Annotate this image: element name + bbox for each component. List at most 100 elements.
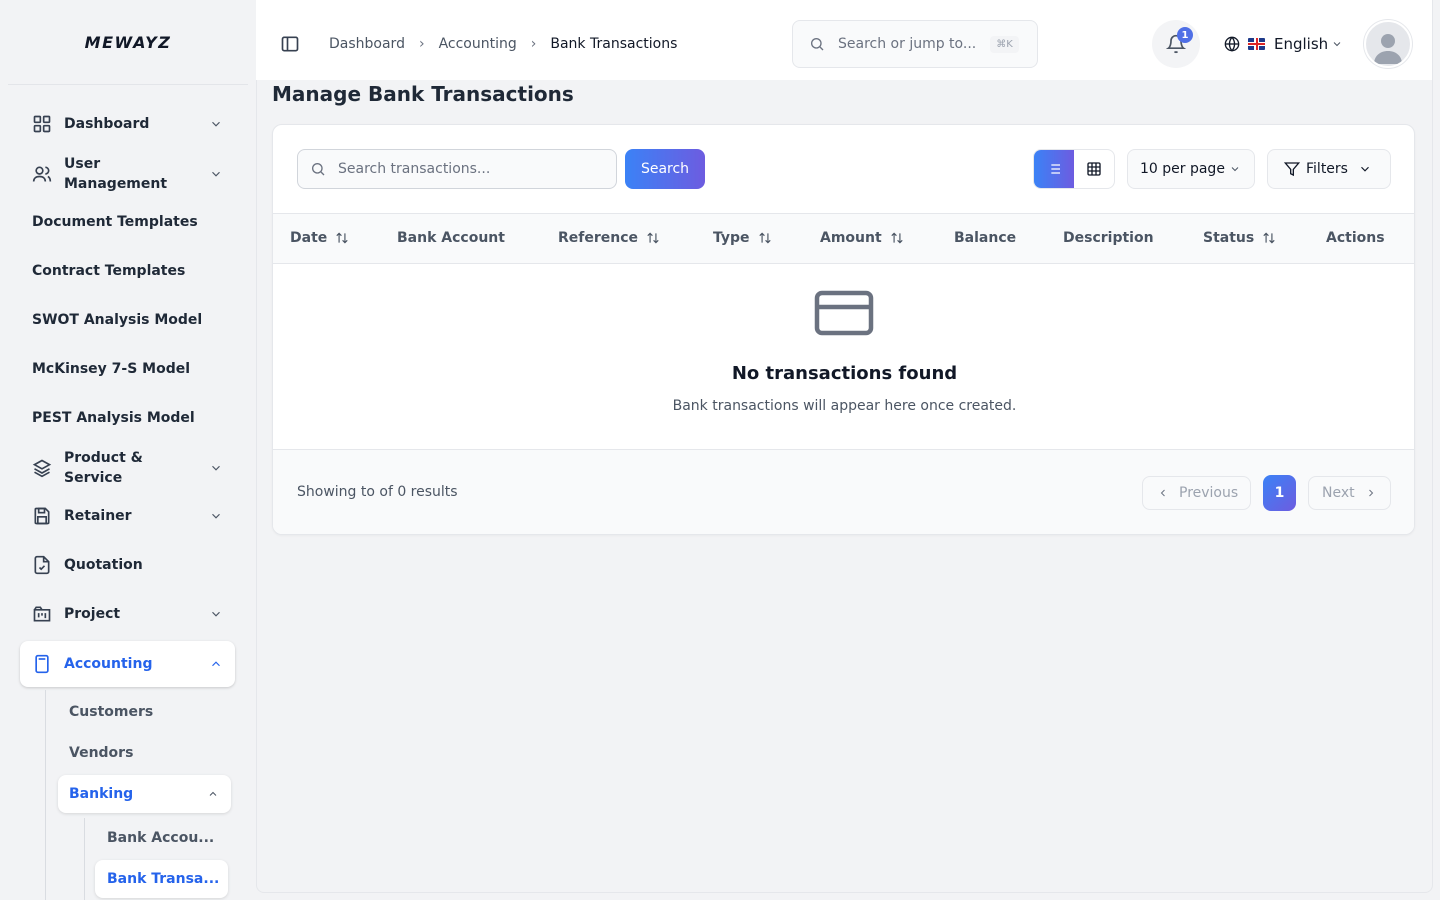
language-selector[interactable]: English <box>1224 34 1343 54</box>
column-header-actions: Actions <box>1326 230 1385 246</box>
sidebar-item-mckinsey[interactable]: McKinsey 7-S Model <box>20 346 235 392</box>
submenu-guide-line <box>45 690 46 900</box>
credit-card-icon <box>814 290 874 336</box>
sort-icon <box>336 232 348 244</box>
previous-page-button[interactable]: Previous <box>1142 476 1251 510</box>
sidebar-subitem-bank-transactions[interactable]: Bank Transa... <box>95 860 228 898</box>
filters-button[interactable]: Filters <box>1267 149 1391 189</box>
sidebar-item-label: Product & Service <box>64 450 143 486</box>
file-check-icon <box>32 555 52 575</box>
chevron-down-icon <box>212 465 220 471</box>
list-view-button[interactable] <box>1034 150 1074 188</box>
logo[interactable]: MEWAYZ <box>8 0 248 85</box>
sidebar-item-project[interactable]: Project <box>20 591 235 637</box>
list-icon <box>1048 164 1060 174</box>
chevron-down-icon <box>1231 167 1239 172</box>
breadcrumb: Dashboard › Accounting › Bank Transactio… <box>329 34 677 54</box>
sidebar-item-accounting[interactable]: Accounting <box>20 641 235 687</box>
sidebar-subitem-customers[interactable]: Customers <box>69 702 153 722</box>
sidebar-subitem-label: Banking <box>69 786 134 802</box>
sidebar-item-label: SWOT Analysis Model <box>32 312 203 328</box>
transactions-search-field[interactable] <box>297 149 617 189</box>
breadcrumb-link-dashboard[interactable]: Dashboard <box>329 36 405 52</box>
sidebar-item-contract-templates[interactable]: Contract Templates <box>20 248 235 294</box>
chevron-left-icon <box>1160 489 1165 497</box>
sidebar-item-pest[interactable]: PEST Analysis Model <box>20 395 235 441</box>
transactions-search-input[interactable] <box>338 161 598 177</box>
chevron-down-icon <box>212 611 220 617</box>
empty-state-subtitle: Bank transactions will appear here once … <box>672 398 1017 414</box>
user-avatar-icon <box>1374 34 1402 64</box>
grid-icon <box>32 114 52 134</box>
sidebar-subitem-vendors[interactable]: Vendors <box>69 743 133 763</box>
layers-icon <box>32 458 52 478</box>
column-header-label: Balance <box>954 230 1017 246</box>
sidebar-item-label: Dashboard <box>64 116 150 132</box>
shortcut-hint: ⌘K <box>990 35 1019 53</box>
column-header-label: Status <box>1203 230 1255 246</box>
column-header-type[interactable]: Type <box>713 230 772 246</box>
uk-flag-icon <box>1248 38 1265 50</box>
grid-view-button[interactable] <box>1074 150 1114 188</box>
per-page-select[interactable]: 10 per page <box>1127 149 1255 189</box>
sort-icon <box>647 232 659 244</box>
table-header: Date Bank Account Reference Type Amount … <box>273 213 1414 264</box>
column-header-bank-account: Bank Account <box>397 230 505 246</box>
sidebar-item-label: Quotation <box>64 557 143 573</box>
page-number-button[interactable]: 1 <box>1263 475 1296 511</box>
column-header-reference[interactable]: Reference <box>558 230 660 246</box>
globe-icon <box>1224 36 1240 52</box>
sidebar-subitem-label: Bank Transa... <box>107 871 220 887</box>
sidebar-item-product-service[interactable]: Product & Service <box>20 444 235 492</box>
sidebar-item-swot[interactable]: SWOT Analysis Model <box>20 297 235 343</box>
sidebar-item-dashboard[interactable]: Dashboard <box>20 101 235 147</box>
search-button[interactable]: Search <box>625 149 705 189</box>
sidebar-subitem-bank-accounts[interactable]: Bank Accou... <box>107 828 214 848</box>
filter-icon <box>1284 162 1300 177</box>
search-icon <box>811 38 824 51</box>
sidebar-item-label: User Management <box>64 156 168 192</box>
column-header-label: Actions <box>1326 230 1385 246</box>
sidebar-item-quotation[interactable]: Quotation <box>20 542 235 588</box>
sidebar-item-label: Retainer <box>64 508 132 524</box>
page-title: Manage Bank Transactions <box>272 82 574 106</box>
global-search[interactable]: Search or jump to... ⌘K <box>792 20 1038 68</box>
column-header-date[interactable]: Date <box>290 230 349 246</box>
chevron-down-icon <box>1333 42 1341 47</box>
sort-icon <box>1263 232 1275 244</box>
filters-label: Filters <box>1306 161 1348 177</box>
logo-text: MEWAYZ <box>84 32 172 52</box>
per-page-value: 10 per page <box>1140 161 1225 177</box>
transactions-card: Search 10 per page Filters Date Bank Acc… <box>272 124 1415 535</box>
chevron-down-icon <box>212 171 220 177</box>
next-page-button[interactable]: Next <box>1308 476 1391 510</box>
sort-icon <box>891 232 903 244</box>
breadcrumb-link-accounting[interactable]: Accounting <box>439 36 517 52</box>
sidebar-item-user-management[interactable]: User Management <box>20 150 235 198</box>
sidebar-item-retainer[interactable]: Retainer <box>20 493 235 539</box>
chevron-up-icon <box>212 661 220 667</box>
column-header-label: Bank Account <box>397 230 505 246</box>
table-grid-icon <box>1087 162 1101 176</box>
chevron-down-icon <box>212 513 220 519</box>
sidebar-item-label: PEST Analysis Model <box>32 410 195 426</box>
notifications-button[interactable] <box>1152 20 1200 68</box>
sidebar-item-label: McKinsey 7-S Model <box>32 361 191 377</box>
column-header-amount[interactable]: Amount <box>820 230 904 246</box>
view-toggle <box>1033 149 1115 189</box>
column-header-label: Date <box>290 230 328 246</box>
sidebar-subitem-banking[interactable]: Banking <box>58 775 231 813</box>
chevron-up-icon <box>209 791 217 796</box>
column-header-status[interactable]: Status <box>1203 230 1276 246</box>
results-summary: Showing to of 0 results <box>297 484 458 500</box>
submenu-guide-line <box>84 818 85 900</box>
chevron-down-icon <box>1361 166 1369 172</box>
column-header-label: Type <box>713 230 750 246</box>
sidebar-item-label: Document Templates <box>32 214 198 230</box>
users-icon <box>32 164 52 184</box>
sidebar-toggle-icon[interactable] <box>280 34 300 54</box>
global-search-placeholder: Search or jump to... <box>838 36 977 52</box>
avatar[interactable] <box>1364 20 1412 68</box>
sidebar-item-document-templates[interactable]: Document Templates <box>20 199 235 245</box>
chevron-right-icon <box>1368 489 1373 497</box>
